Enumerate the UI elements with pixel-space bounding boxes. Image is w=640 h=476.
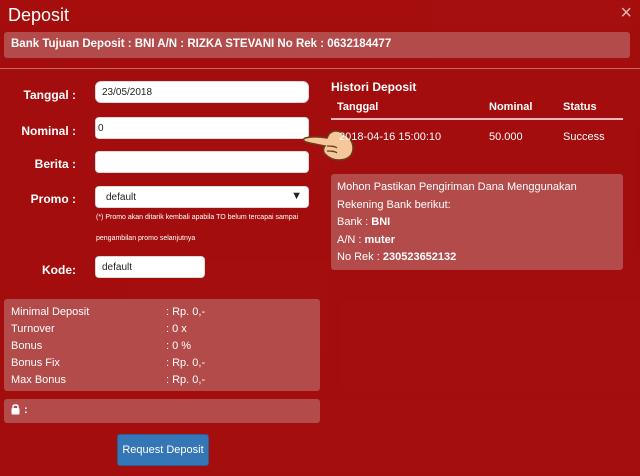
info-an: A/N : muter — [337, 234, 395, 246]
kode-input[interactable] — [95, 256, 205, 278]
transfer-info-box: Mohon Pastikan Pengiriman Dana Menggunak… — [331, 174, 623, 270]
history-column-status: Status — [563, 101, 597, 113]
header-divider — [0, 68, 640, 69]
limit-label: Max Bonus — [11, 374, 67, 386]
history-cell-status: Success — [563, 131, 605, 143]
limit-value: : 0 % — [166, 340, 192, 352]
berita-label: Berita : — [34, 157, 76, 171]
history-cell-tanggal: 2018-04-16 15:00:10 — [339, 131, 442, 143]
promo-selected-value: default — [106, 192, 137, 203]
info-rek-value: 230523652132 — [382, 251, 457, 263]
lock-text: : — [24, 404, 28, 416]
nominal-input[interactable] — [95, 117, 309, 139]
info-rek: No Rek : 230523652132 — [337, 251, 456, 263]
deposit-modal: Deposit × Bank Tujuan Deposit : BNI A/N … — [0, 0, 640, 476]
dropdown-caret-icon: ▼ — [291, 190, 302, 202]
limit-label: Minimal Deposit — [11, 306, 90, 318]
modal-header: Deposit × — [0, 0, 640, 30]
limit-label: Bonus Fix — [11, 357, 60, 369]
info-bank-value: BNI — [371, 216, 391, 228]
bank-destination-text: Bank Tujuan Deposit : BNI A/N : RIZKA ST… — [11, 38, 392, 50]
limit-value: : Rp. 0,- — [166, 374, 206, 386]
info-line-2: Rekening Bank berikut: — [337, 199, 451, 211]
promo-select[interactable]: default ▼ — [95, 186, 309, 208]
history-title: Histori Deposit — [331, 80, 417, 94]
promo-label: Promo : — [30, 192, 76, 206]
modal-title: Deposit — [8, 5, 70, 25]
limit-value: : Rp. 0,- — [166, 306, 206, 318]
promo-note-line-2: pengambilan promo selanjutnya — [96, 235, 196, 242]
limit-value: : 0 x — [166, 323, 187, 335]
info-line-1: Mohon Pastikan Pengiriman Dana Menggunak… — [337, 181, 577, 193]
request-deposit-button[interactable]: Request Deposit — [117, 434, 209, 466]
limit-label: Bonus — [11, 340, 43, 352]
history-header-row: Tanggal Nominal Status — [331, 96, 623, 120]
lock-bar: : — [4, 399, 320, 423]
tanggal-input[interactable] — [95, 81, 309, 103]
history-column-nominal: Nominal — [489, 101, 533, 113]
tanggal-label: Tanggal : — [23, 88, 76, 102]
limit-value: : Rp. 0,- — [166, 357, 206, 369]
lock-icon — [11, 404, 20, 415]
info-bank: Bank : BNI — [337, 216, 390, 228]
bank-destination-bar: Bank Tujuan Deposit : BNI A/N : RIZKA ST… — [4, 32, 630, 58]
kode-label: Kode: — [42, 263, 76, 277]
history-column-tanggal: Tanggal — [337, 101, 379, 113]
limit-label: Turnover — [11, 323, 55, 335]
table-row: 2018-04-16 15:00:10 50.000 Success — [331, 120, 623, 150]
info-bank-label: Bank : — [337, 216, 372, 228]
info-rek-label: No Rek : — [337, 251, 383, 263]
history-cell-nominal: 50.000 — [489, 131, 523, 143]
promo-note-line-1: (*) Promo akan ditarik kembali apabila T… — [96, 214, 299, 221]
berita-input[interactable] — [95, 151, 309, 173]
close-icon[interactable]: × — [620, 2, 632, 25]
info-an-label: A/N : — [337, 234, 365, 246]
deposit-limits-box: Minimal Deposit : Rp. 0,- Turnover : 0 x… — [4, 299, 320, 391]
nominal-label: Nominal : — [21, 124, 76, 138]
info-an-value: muter — [364, 234, 396, 246]
